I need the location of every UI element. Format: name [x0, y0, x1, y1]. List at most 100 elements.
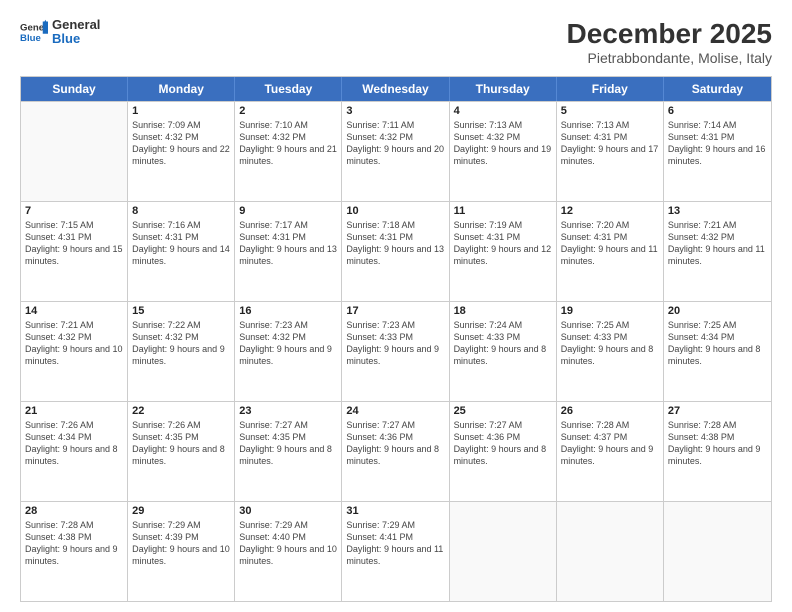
day-info: Sunrise: 7:29 AMSunset: 4:39 PMDaylight:…	[132, 519, 230, 568]
day-info: Sunrise: 7:22 AMSunset: 4:32 PMDaylight:…	[132, 319, 230, 368]
calendar-day-cell: 26 Sunrise: 7:28 AMSunset: 4:37 PMDayligh…	[557, 402, 664, 501]
day-info: Sunrise: 7:25 AMSunset: 4:34 PMDaylight:…	[668, 319, 767, 368]
calendar-day-cell: 28 Sunrise: 7:28 AMSunset: 4:38 PMDayligh…	[21, 502, 128, 601]
day-info: Sunrise: 7:13 AMSunset: 4:31 PMDaylight:…	[561, 119, 659, 168]
day-number: 1	[132, 105, 230, 117]
day-number: 2	[239, 105, 337, 117]
day-info: Sunrise: 7:20 AMSunset: 4:31 PMDaylight:…	[561, 219, 659, 268]
day-info: Sunrise: 7:11 AMSunset: 4:32 PMDaylight:…	[346, 119, 444, 168]
day-number: 30	[239, 505, 337, 517]
calendar-day-cell	[664, 502, 771, 601]
day-number: 19	[561, 305, 659, 317]
calendar-day-cell: 12 Sunrise: 7:20 AMSunset: 4:31 PMDayligh…	[557, 202, 664, 301]
day-info: Sunrise: 7:24 AMSunset: 4:33 PMDaylight:…	[454, 319, 552, 368]
calendar-day-cell: 19 Sunrise: 7:25 AMSunset: 4:33 PMDayligh…	[557, 302, 664, 401]
calendar-header-row: SundayMondayTuesdayWednesdayThursdayFrid…	[21, 77, 771, 101]
day-number: 31	[346, 505, 444, 517]
calendar-day-cell: 31 Sunrise: 7:29 AMSunset: 4:41 PMDayligh…	[342, 502, 449, 601]
day-number: 18	[454, 305, 552, 317]
day-info: Sunrise: 7:28 AMSunset: 4:37 PMDaylight:…	[561, 419, 659, 468]
calendar-day-header: Saturday	[664, 77, 771, 101]
calendar-day-cell: 6 Sunrise: 7:14 AMSunset: 4:31 PMDaylight…	[664, 102, 771, 201]
day-info: Sunrise: 7:21 AMSunset: 4:32 PMDaylight:…	[668, 219, 767, 268]
logo-icon: General Blue	[20, 18, 48, 46]
day-info: Sunrise: 7:23 AMSunset: 4:33 PMDaylight:…	[346, 319, 444, 368]
day-info: Sunrise: 7:23 AMSunset: 4:32 PMDaylight:…	[239, 319, 337, 368]
calendar-day-cell: 16 Sunrise: 7:23 AMSunset: 4:32 PMDayligh…	[235, 302, 342, 401]
day-number: 11	[454, 205, 552, 217]
day-number: 13	[668, 205, 767, 217]
day-number: 14	[25, 305, 123, 317]
day-info: Sunrise: 7:29 AMSunset: 4:41 PMDaylight:…	[346, 519, 444, 568]
calendar-day-cell: 18 Sunrise: 7:24 AMSunset: 4:33 PMDayligh…	[450, 302, 557, 401]
calendar-day-cell: 22Sunrise: 7:26 AMSunset: 4:35 PMDayligh…	[128, 402, 235, 501]
calendar-day-cell: 8Sunrise: 7:16 AMSunset: 4:31 PMDaylight…	[128, 202, 235, 301]
calendar-day-header: Thursday	[450, 77, 557, 101]
calendar-day-cell: 3 Sunrise: 7:11 AMSunset: 4:32 PMDaylight…	[342, 102, 449, 201]
svg-text:Blue: Blue	[20, 33, 41, 44]
day-number: 27	[668, 405, 767, 417]
day-info: Sunrise: 7:28 AMSunset: 4:38 PMDaylight:…	[668, 419, 767, 468]
calendar-day-header: Friday	[557, 77, 664, 101]
calendar-day-cell: 20 Sunrise: 7:25 AMSunset: 4:34 PMDayligh…	[664, 302, 771, 401]
calendar-day-cell: 5 Sunrise: 7:13 AMSunset: 4:31 PMDaylight…	[557, 102, 664, 201]
day-number: 7	[25, 205, 123, 217]
calendar-day-cell: 4Sunrise: 7:13 AMSunset: 4:32 PMDaylight…	[450, 102, 557, 201]
calendar-day-header: Tuesday	[235, 77, 342, 101]
logo-general-text: General	[52, 18, 100, 32]
day-number: 25	[454, 405, 552, 417]
calendar-week-row: 14 Sunrise: 7:21 AMSunset: 4:32 PMDayligh…	[21, 301, 771, 401]
day-number: 22	[132, 405, 230, 417]
calendar-day-cell: 14 Sunrise: 7:21 AMSunset: 4:32 PMDayligh…	[21, 302, 128, 401]
calendar-week-row: 28 Sunrise: 7:28 AMSunset: 4:38 PMDayligh…	[21, 501, 771, 601]
day-info: Sunrise: 7:09 AMSunset: 4:32 PMDaylight:…	[132, 119, 230, 168]
calendar-subtitle: Pietrabbondante, Molise, Italy	[567, 50, 772, 66]
day-number: 16	[239, 305, 337, 317]
day-number: 17	[346, 305, 444, 317]
calendar-week-row: 7 Sunrise: 7:15 AMSunset: 4:31 PMDaylight…	[21, 201, 771, 301]
day-number: 20	[668, 305, 767, 317]
calendar-day-cell: 30Sunrise: 7:29 AMSunset: 4:40 PMDayligh…	[235, 502, 342, 601]
calendar-day-cell: 11Sunrise: 7:19 AMSunset: 4:31 PMDayligh…	[450, 202, 557, 301]
day-number: 23	[239, 405, 337, 417]
day-number: 3	[346, 105, 444, 117]
calendar-title: December 2025	[567, 18, 772, 50]
calendar-week-row: 1 Sunrise: 7:09 AMSunset: 4:32 PMDaylight…	[21, 101, 771, 201]
day-number: 9	[239, 205, 337, 217]
day-number: 6	[668, 105, 767, 117]
calendar-day-cell: 1 Sunrise: 7:09 AMSunset: 4:32 PMDaylight…	[128, 102, 235, 201]
calendar-day-cell: 10Sunrise: 7:18 AMSunset: 4:31 PMDayligh…	[342, 202, 449, 301]
calendar-day-cell: 9 Sunrise: 7:17 AMSunset: 4:31 PMDaylight…	[235, 202, 342, 301]
day-info: Sunrise: 7:14 AMSunset: 4:31 PMDaylight:…	[668, 119, 767, 168]
day-number: 26	[561, 405, 659, 417]
calendar-day-cell: 17 Sunrise: 7:23 AMSunset: 4:33 PMDayligh…	[342, 302, 449, 401]
day-info: Sunrise: 7:16 AMSunset: 4:31 PMDaylight:…	[132, 219, 230, 268]
calendar-day-header: Monday	[128, 77, 235, 101]
calendar-day-cell: 13 Sunrise: 7:21 AMSunset: 4:32 PMDayligh…	[664, 202, 771, 301]
day-number: 4	[454, 105, 552, 117]
calendar-day-cell	[450, 502, 557, 601]
day-number: 10	[346, 205, 444, 217]
day-number: 24	[346, 405, 444, 417]
day-number: 21	[25, 405, 123, 417]
day-info: Sunrise: 7:17 AMSunset: 4:31 PMDaylight:…	[239, 219, 337, 268]
calendar: SundayMondayTuesdayWednesdayThursdayFrid…	[20, 76, 772, 602]
day-info: Sunrise: 7:26 AMSunset: 4:34 PMDaylight:…	[25, 419, 123, 468]
day-info: Sunrise: 7:27 AMSunset: 4:35 PMDaylight:…	[239, 419, 337, 468]
logo-blue-text: Blue	[52, 32, 100, 46]
calendar-day-header: Wednesday	[342, 77, 449, 101]
day-info: Sunrise: 7:10 AMSunset: 4:32 PMDaylight:…	[239, 119, 337, 168]
calendar-body: 1 Sunrise: 7:09 AMSunset: 4:32 PMDaylight…	[21, 101, 771, 601]
day-info: Sunrise: 7:21 AMSunset: 4:32 PMDaylight:…	[25, 319, 123, 368]
day-info: Sunrise: 7:27 AMSunset: 4:36 PMDaylight:…	[454, 419, 552, 468]
day-number: 12	[561, 205, 659, 217]
day-info: Sunrise: 7:15 AMSunset: 4:31 PMDaylight:…	[25, 219, 123, 268]
day-number: 15	[132, 305, 230, 317]
day-info: Sunrise: 7:28 AMSunset: 4:38 PMDaylight:…	[25, 519, 123, 568]
calendar-day-header: Sunday	[21, 77, 128, 101]
page: General Blue General Blue December 2025 …	[0, 0, 792, 612]
title-block: December 2025 Pietrabbondante, Molise, I…	[567, 18, 772, 66]
day-info: Sunrise: 7:25 AMSunset: 4:33 PMDaylight:…	[561, 319, 659, 368]
day-number: 5	[561, 105, 659, 117]
day-number: 28	[25, 505, 123, 517]
